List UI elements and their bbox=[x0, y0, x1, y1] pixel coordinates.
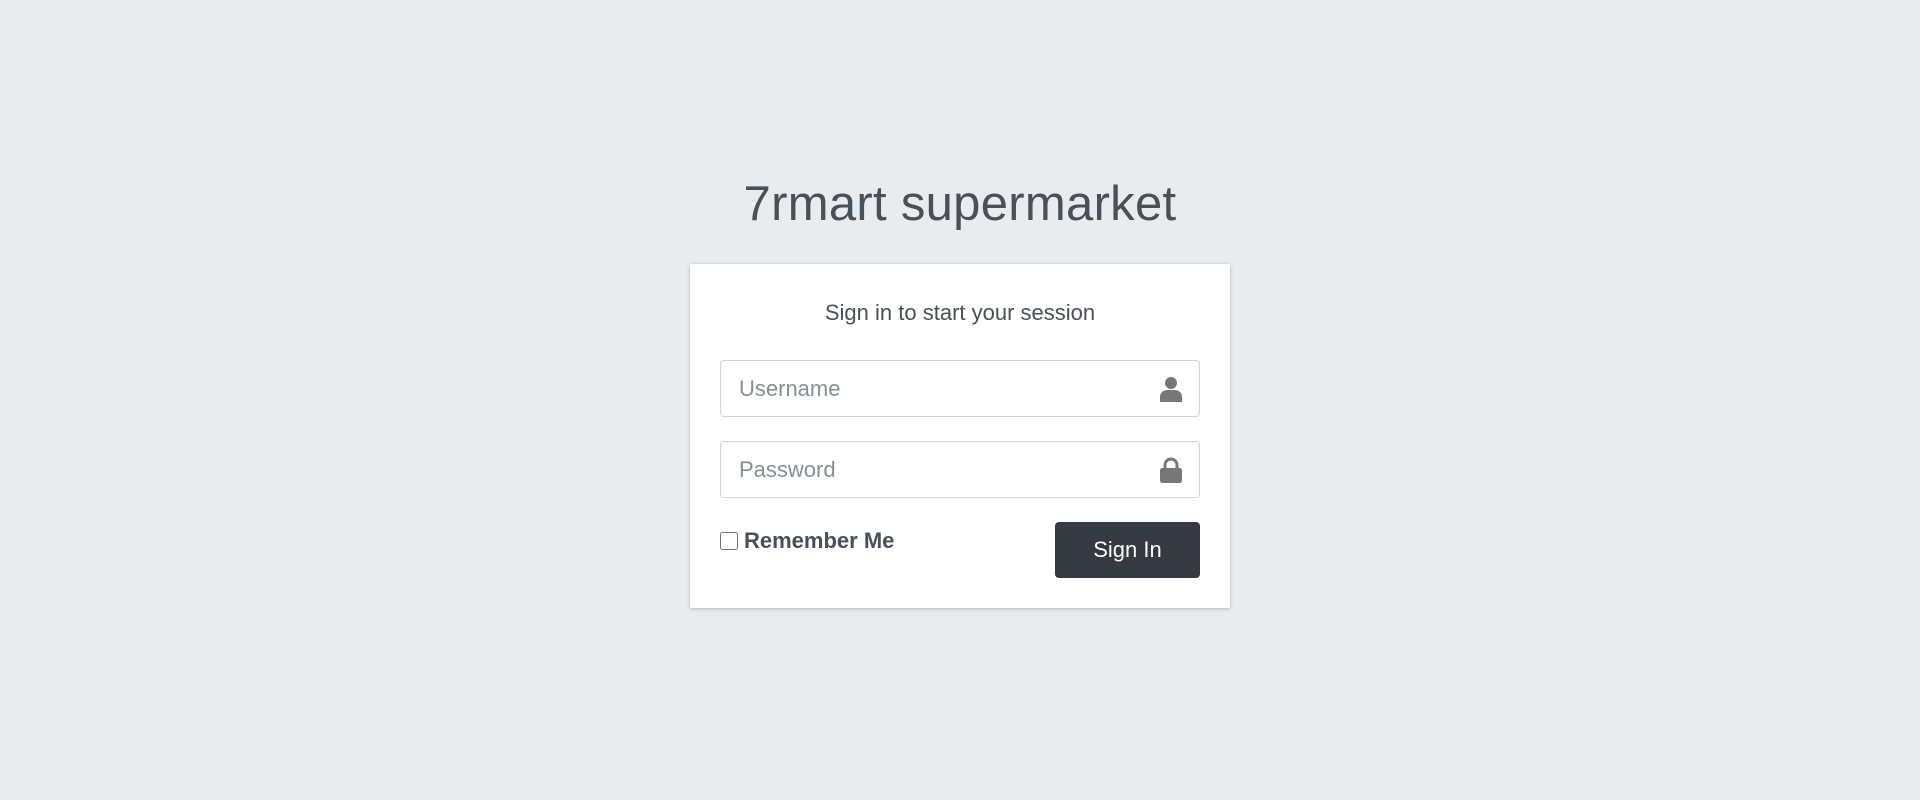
username-input[interactable] bbox=[721, 361, 1143, 416]
login-page: 7rmart supermarket Sign in to start your… bbox=[0, 0, 1920, 800]
remember-me-checkbox[interactable] bbox=[720, 532, 738, 550]
password-input[interactable] bbox=[721, 442, 1143, 497]
lock-icon bbox=[1143, 442, 1199, 497]
remember-me-label[interactable]: Remember Me bbox=[744, 528, 894, 554]
remember-me: Remember Me bbox=[720, 526, 894, 556]
password-field-group bbox=[720, 441, 1200, 498]
user-icon bbox=[1143, 361, 1199, 416]
page-title: 7rmart supermarket bbox=[743, 177, 1177, 231]
username-field-group bbox=[720, 360, 1200, 417]
sign-in-button[interactable]: Sign In bbox=[1055, 522, 1200, 578]
login-message: Sign in to start your session bbox=[824, 300, 1096, 325]
login-card: Sign in to start your session Remembe bbox=[690, 264, 1230, 608]
